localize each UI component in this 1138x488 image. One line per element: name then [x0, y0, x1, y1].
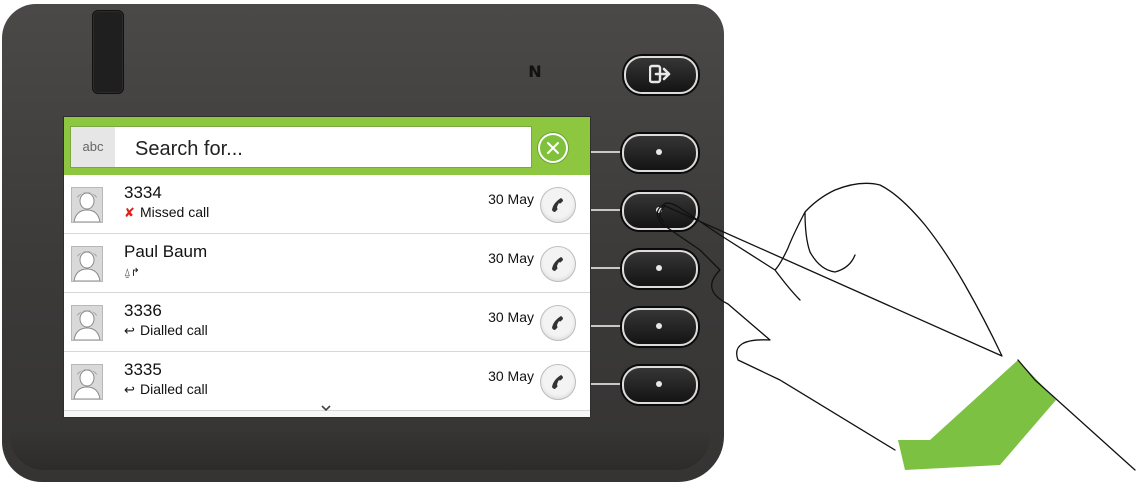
search-bar: abc Search for...	[64, 117, 590, 175]
call-list-item[interactable]: 3336 ↩ Dialled call 30 May	[64, 293, 590, 352]
handset-slot	[92, 10, 124, 94]
call-type: ↩ Dialled call	[124, 381, 208, 398]
avatar	[71, 246, 103, 282]
exit-icon	[649, 64, 671, 84]
pointing-hand-illustration	[656, 182, 1136, 471]
phone-icon	[552, 257, 563, 271]
call-type: ✘ Missed call	[124, 204, 209, 221]
caller-name: 3336	[124, 301, 162, 320]
avatar	[71, 305, 103, 341]
dialled-call-icon: ↩	[124, 383, 135, 398]
input-mode-indicator: abc	[71, 127, 115, 167]
call-list-item[interactable]: Paul Baum ⍙↱ 30 May	[64, 234, 590, 293]
search-input[interactable]: abc Search for...	[70, 126, 532, 168]
call-date: 30 May	[488, 368, 534, 384]
caller-name: Paul Baum	[124, 242, 208, 261]
clear-search-button[interactable]	[538, 133, 568, 163]
call-back-button[interactable]	[540, 187, 576, 223]
exit-key[interactable]	[624, 56, 698, 94]
caller-name: 3334	[124, 183, 162, 202]
call-back-button[interactable]	[540, 305, 576, 341]
call-type-label: Missed call	[140, 204, 210, 220]
call-type: ↩ Dialled call	[124, 322, 208, 339]
call-back-button[interactable]	[540, 364, 576, 400]
call-type-label: Dialled call	[140, 381, 208, 397]
missed-call-icon: ✘	[124, 206, 135, 221]
key-dot	[656, 149, 662, 155]
caller-name: 3335	[124, 360, 162, 379]
chevron-down-icon[interactable]	[319, 403, 333, 413]
search-placeholder: Search for...	[135, 138, 243, 160]
avatar	[71, 187, 103, 223]
nfc-icon: N	[528, 62, 542, 81]
phone-display: abc Search for... 3334 ✘ Missed call 30 M…	[63, 116, 591, 418]
close-icon	[547, 142, 559, 154]
call-type-label: Dialled call	[140, 322, 208, 338]
dialled-call-icon: ↩	[124, 324, 135, 339]
forwarded-call-icon: ⍙↱	[124, 266, 140, 279]
phone-icon	[552, 198, 563, 212]
call-back-button[interactable]	[540, 246, 576, 282]
call-date: 30 May	[488, 309, 534, 325]
phone-icon	[552, 316, 563, 330]
call-list-item[interactable]: 3334 ✘ Missed call 30 May	[64, 175, 590, 234]
call-date: 30 May	[488, 191, 534, 207]
avatar	[71, 364, 103, 400]
call-type: ⍙↱	[124, 263, 140, 280]
phone-icon	[552, 375, 563, 389]
line-key-1[interactable]	[622, 134, 698, 172]
desk-phone: N abc Search for... 3334 ✘ Missed call 3…	[0, 0, 1138, 488]
call-date: 30 May	[488, 250, 534, 266]
